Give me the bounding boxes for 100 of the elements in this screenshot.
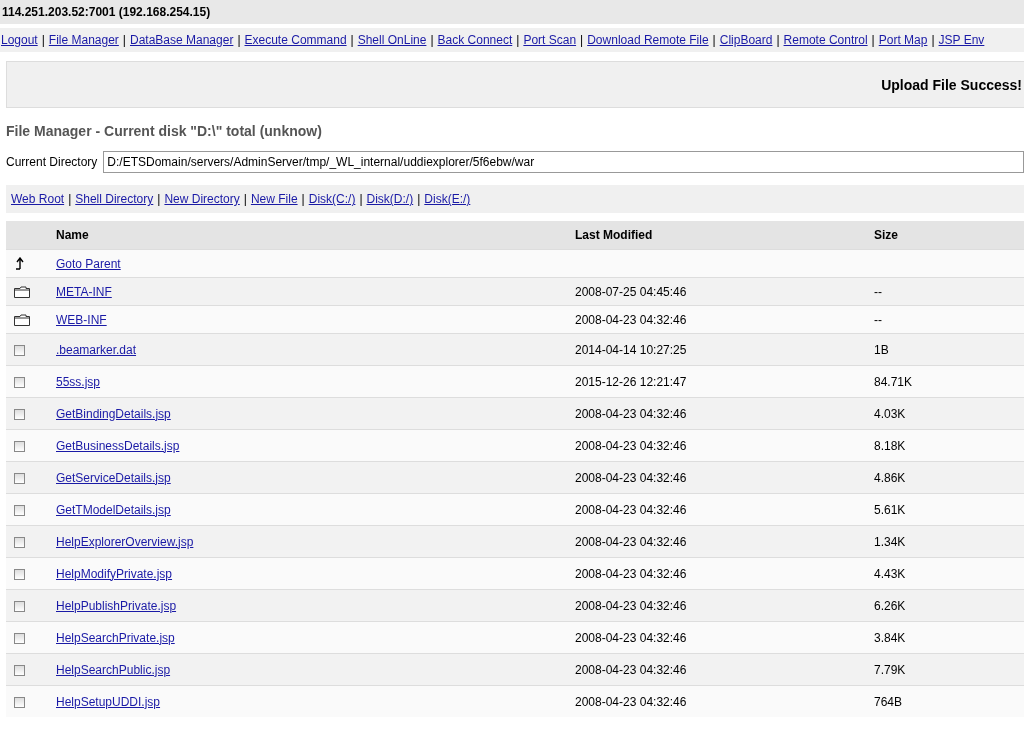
file-link[interactable]: GetTModelDetails.jsp — [56, 502, 171, 517]
file-link[interactable]: GetServiceDetails.jsp — [56, 470, 171, 485]
nav-link[interactable]: JSP Env — [938, 33, 985, 47]
nav-link[interactable]: New Directory — [164, 192, 240, 206]
column-header: Last Modified — [575, 221, 874, 250]
modified-date: 2008-04-23 04:32:46 — [575, 598, 687, 613]
checkbox[interactable] — [14, 408, 25, 420]
nav-link[interactable]: DataBase Manager — [130, 33, 234, 47]
modified-date: 2008-04-23 04:32:46 — [575, 312, 687, 327]
checkbox[interactable] — [14, 632, 25, 644]
nav-link[interactable]: Shell OnLine — [357, 33, 427, 47]
modified-date: 2008-04-23 04:32:46 — [575, 406, 687, 421]
file-size: 4.86K — [874, 470, 906, 485]
file-link[interactable]: HelpPublishPrivate.jsp — [56, 598, 177, 613]
column-header: Name — [56, 221, 575, 250]
nav-link[interactable]: Web Root — [11, 192, 65, 206]
file-link[interactable]: GetBusinessDetails.jsp — [56, 438, 180, 453]
separator: | — [430, 33, 434, 47]
nav-link[interactable]: Logout — [1, 33, 38, 47]
nav-link[interactable]: Execute Command — [244, 33, 347, 47]
folder-icon — [14, 285, 30, 298]
separator: | — [122, 33, 126, 47]
checkbox[interactable] — [14, 536, 25, 548]
file-size: 84.71K — [874, 374, 913, 389]
folder-link[interactable]: WEB-INF — [56, 312, 107, 327]
nav-link[interactable]: Disk(C:/) — [308, 192, 356, 206]
separator: | — [776, 33, 780, 47]
nav-link[interactable]: Back Connect — [437, 33, 513, 47]
modified-date: 2008-04-23 04:32:46 — [575, 470, 687, 485]
section-heading: File Manager - Current disk "D:\" total (unknow) — [6, 123, 323, 139]
file-size: 5.61K — [874, 502, 906, 517]
modified-date: 2008-04-23 04:32:46 — [575, 662, 687, 677]
separator: | — [237, 33, 241, 47]
file-size: -- — [874, 284, 882, 299]
server-address: 114.251.203.52:7001 (192.168.254.15) — [0, 0, 1024, 24]
file-size: 4.03K — [874, 406, 906, 421]
separator: | — [516, 33, 520, 47]
nav-link[interactable]: Disk(D:/) — [366, 192, 414, 206]
modified-date: 2008-04-23 04:32:46 — [575, 630, 687, 645]
file-link[interactable]: HelpModifyPrivate.jsp — [56, 566, 173, 581]
modified-date: 2008-04-23 04:32:46 — [575, 694, 687, 709]
checkbox[interactable] — [14, 344, 25, 356]
directory-field[interactable]: D:/ETSDomain/servers/AdminServer/tmp/_WL_internal/uddiexplorer/5f6ebw/war — [103, 151, 1024, 173]
modified-date: 2015-12-26 12:21:47 — [575, 374, 687, 389]
file-size: 1.34K — [874, 534, 906, 549]
separator: | — [931, 33, 935, 47]
file-size: 7.79K — [874, 662, 906, 677]
file-link[interactable]: HelpExplorerOverview.jsp — [56, 534, 194, 549]
file-link[interactable]: HelpSetupUDDI.jsp — [56, 694, 161, 709]
checkbox[interactable] — [14, 696, 25, 708]
separator: | — [417, 192, 421, 206]
modified-date: 2008-04-23 04:32:46 — [575, 502, 687, 517]
separator: | — [359, 192, 363, 206]
nav-link[interactable]: Download Remote File — [587, 33, 709, 47]
up-arrow-icon — [14, 257, 24, 270]
file-size: -- — [874, 312, 882, 327]
separator: | — [871, 33, 875, 47]
separator: | — [580, 33, 584, 47]
checkbox[interactable] — [14, 472, 25, 484]
modified-date: 2014-04-14 10:27:25 — [575, 342, 687, 357]
separator: | — [243, 192, 247, 206]
separator: | — [350, 33, 354, 47]
file-size: 6.26K — [874, 598, 906, 613]
nav-link[interactable]: Port Map — [878, 33, 928, 47]
folder-link[interactable]: META-INF — [56, 284, 112, 299]
file-link[interactable]: .beamarker.dat — [56, 342, 137, 357]
file-link[interactable]: HelpSearchPrivate.jsp — [56, 630, 175, 645]
file-link[interactable]: GetBindingDetails.jsp — [56, 406, 171, 421]
file-link[interactable]: 55ss.jsp — [56, 374, 101, 389]
nav-link[interactable]: Remote Control — [783, 33, 868, 47]
file-size: 3.84K — [874, 630, 906, 645]
column-header: Size — [874, 221, 1024, 250]
separator: | — [157, 192, 161, 206]
separator: | — [68, 192, 72, 206]
checkbox[interactable] — [14, 600, 25, 612]
nav-link[interactable]: New File — [250, 192, 298, 206]
file-size: 4.43K — [874, 566, 906, 581]
modified-date: 2008-04-23 04:32:46 — [575, 438, 687, 453]
checkbox[interactable] — [14, 376, 25, 388]
file-link[interactable]: HelpSearchPublic.jsp — [56, 662, 171, 677]
modified-date: 2008-07-25 04:45:46 — [575, 284, 687, 299]
modified-date: 2008-04-23 04:32:46 — [575, 566, 687, 581]
file-size: 1B — [874, 342, 889, 357]
nav-link[interactable]: Shell Directory — [75, 192, 154, 206]
file-size: 8.18K — [874, 438, 906, 453]
folder-icon — [14, 313, 30, 326]
nav-link[interactable]: ClipBoard — [719, 33, 773, 47]
nav-link[interactable]: Disk(E:/) — [424, 192, 471, 206]
folder-link[interactable]: Goto Parent — [56, 256, 121, 271]
nav-link[interactable]: File Manager — [48, 33, 119, 47]
success-message: Upload File Success! — [881, 76, 1022, 93]
nav-link[interactable]: Port Scan — [523, 33, 577, 47]
checkbox[interactable] — [14, 664, 25, 676]
checkbox[interactable] — [14, 568, 25, 580]
separator: | — [301, 192, 305, 206]
directory-label: Current Directory — [6, 155, 98, 169]
modified-date: 2008-04-23 04:32:46 — [575, 534, 687, 549]
checkbox[interactable] — [14, 504, 25, 516]
separator: | — [41, 33, 45, 47]
checkbox[interactable] — [14, 440, 25, 452]
